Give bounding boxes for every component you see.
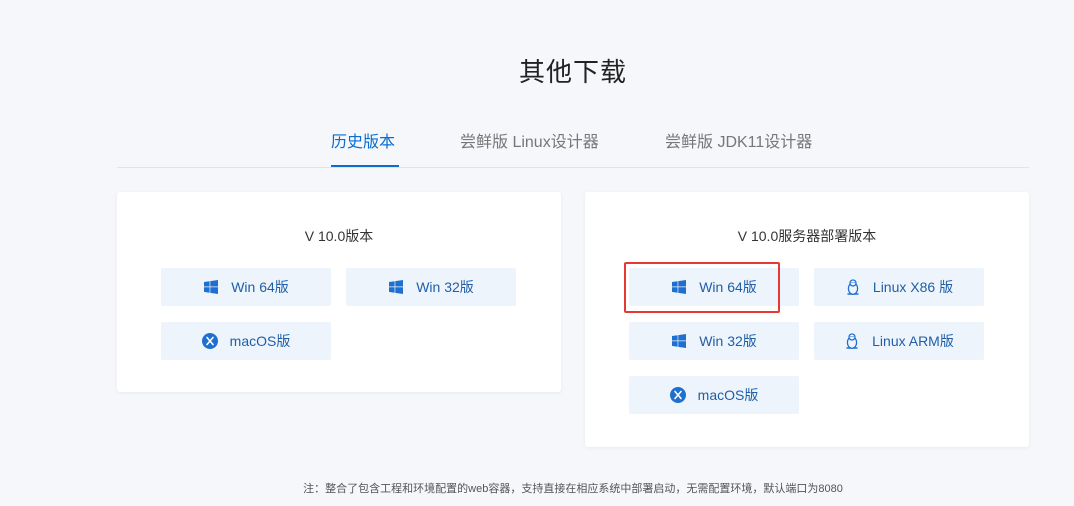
macos-icon xyxy=(669,387,686,403)
download-server-win32-button[interactable]: Win 32版 xyxy=(629,322,799,360)
download-server-win64-button[interactable]: Win 64版 xyxy=(629,268,799,306)
download-win64-button[interactable]: Win 64版 xyxy=(161,268,331,306)
button-label: macOS版 xyxy=(229,333,291,349)
section-title: 其他下载 xyxy=(518,57,627,87)
download-server-linux-x86-button[interactable]: Linux X86 版 xyxy=(814,268,984,306)
windows-icon xyxy=(203,279,219,295)
version-tabs: 历史版本 尝鲜版 Linux设计器 尝鲜版 JDK11设计器 xyxy=(117,120,1029,168)
tab-preview-jdk11-designer[interactable]: 尝鲜版 JDK11设计器 xyxy=(665,128,812,167)
button-label: Linux ARM版 xyxy=(872,333,954,349)
button-label: Linux X86 版 xyxy=(872,279,954,295)
tab-preview-linux-designer[interactable]: 尝鲜版 Linux设计器 xyxy=(460,128,599,167)
download-server-macos-button[interactable]: macOS版 xyxy=(629,376,799,414)
v10-server-deploy-card: V 10.0服务器部署版本 Win 64版 Linux X86 版 Win 32… xyxy=(585,192,1029,447)
download-win32-button[interactable]: Win 32版 xyxy=(346,268,516,306)
linux-icon xyxy=(845,279,861,295)
macos-icon xyxy=(201,333,218,349)
download-macos-button[interactable]: macOS版 xyxy=(161,322,331,360)
v10-version-card: V 10.0版本 Win 64版 Win 32版 macOS版 xyxy=(117,192,561,392)
button-label: Win 32版 xyxy=(699,333,757,349)
windows-icon xyxy=(671,333,687,349)
download-server-linux-arm-button[interactable]: Linux ARM版 xyxy=(814,322,984,360)
windows-icon xyxy=(671,279,687,295)
button-label: macOS版 xyxy=(697,387,759,403)
other-downloads-page: 其他下载 历史版本 尝鲜版 Linux设计器 尝鲜版 JDK11设计器 V 10… xyxy=(0,0,1074,506)
tab-history-versions[interactable]: 历史版本 xyxy=(331,128,399,167)
windows-icon xyxy=(388,279,404,295)
button-label: Win 64版 xyxy=(231,279,289,295)
linux-icon xyxy=(844,333,860,349)
card-title: V 10.0服务器部署版本 xyxy=(737,228,877,244)
card-title: V 10.0版本 xyxy=(304,228,374,244)
footnote: 注：整合了包含工程和环境配置的web容器，支持直接在相应系统中部署启动，无需配置… xyxy=(303,483,843,495)
button-label: Win 32版 xyxy=(416,279,474,295)
button-label: Win 64版 xyxy=(699,279,757,295)
